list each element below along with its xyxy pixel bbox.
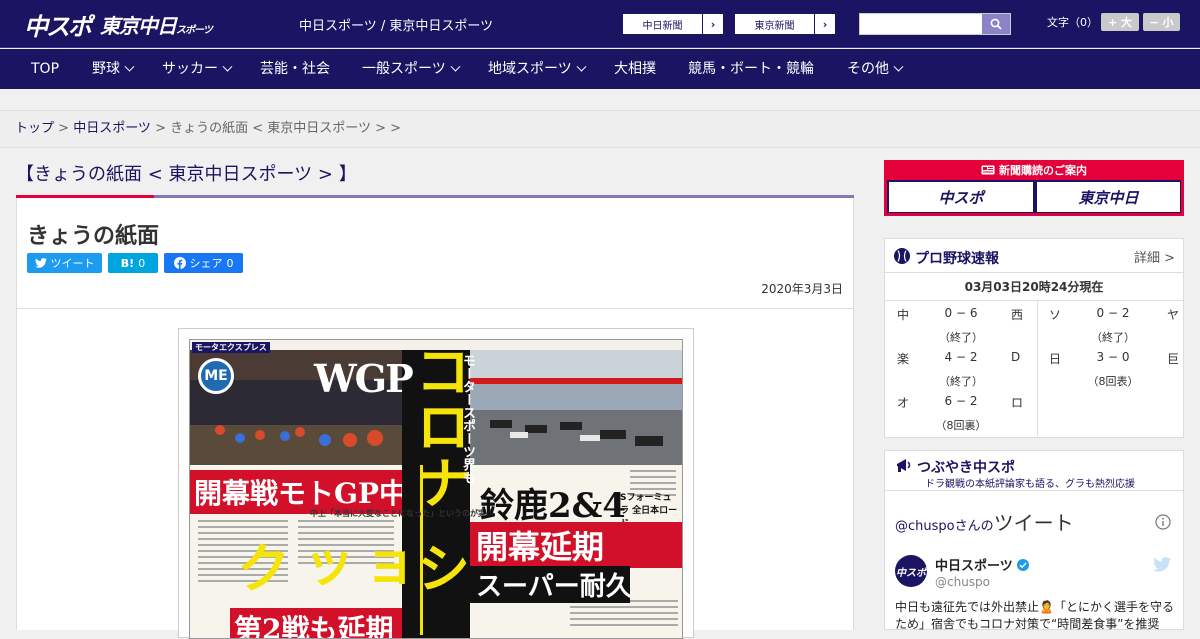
nav-item-general-sports[interactable]: 一般スポーツ xyxy=(362,49,461,89)
font-size-label: 文字（0） xyxy=(1047,16,1098,29)
game-item[interactable]: オ 6 − 2 ロ （8回裏） xyxy=(891,389,1031,433)
nav-item-top[interactable]: TOP xyxy=(31,49,59,89)
baseball-icon xyxy=(894,248,910,264)
twitter-widget-subtitle: ドラ観戦の本紙評論家も語る、グラも熱烈応援 xyxy=(925,479,1135,490)
tweet-button[interactable]: ツイート xyxy=(27,253,102,273)
search-input[interactable] xyxy=(860,14,982,34)
info-icon[interactable] xyxy=(1155,514,1171,530)
facebook-share-button[interactable]: シェア 0 xyxy=(164,253,243,273)
ad-header: 新聞購読のご案内 xyxy=(884,160,1184,180)
logo-tokyo-chunichi[interactable]: 東京中日スポーツ xyxy=(100,10,213,39)
moto-express-logo: ME xyxy=(198,358,234,394)
twitter-bird-icon[interactable] xyxy=(1153,557,1171,572)
chevron-down-icon xyxy=(124,61,135,72)
newspaper-front-page-image[interactable]: モータエクスプレス ME WGP コロナ ショック モータースポーツ界も 開幕戦… xyxy=(189,339,683,639)
breadcrumb: トップ > 中日スポーツ > きょうの紙面 < 東京中日スポーツ > > xyxy=(0,111,1200,148)
nav-item-sumo[interactable]: 大相撲 xyxy=(614,49,656,89)
paper-headline-super: スーパー耐久 xyxy=(470,566,632,603)
divider xyxy=(17,308,853,309)
chevron-right-icon: › xyxy=(822,17,828,31)
tokyo-shimbun-button[interactable]: 東京新聞 › xyxy=(734,13,836,35)
game-item[interactable]: 楽 4 − 2 D （終了） xyxy=(891,345,1031,389)
nav-item-soccer[interactable]: サッカー xyxy=(162,49,233,89)
score-grid: 中 0 − 6 西 （終了） ソ 0 − 2 ヤ （終了） 楽 4 − 2 D … xyxy=(885,301,1183,436)
article-date: 2020年3月3日 xyxy=(761,282,843,296)
game-item[interactable]: 中 0 − 6 西 （終了） xyxy=(891,301,1031,345)
breadcrumb-current: きょうの紙面 < 東京中日スポーツ > xyxy=(170,121,387,136)
chevron-down-icon xyxy=(893,61,904,72)
twitter-bird-icon xyxy=(34,258,47,268)
baseball-title: プロ野球速報 xyxy=(915,251,999,267)
chevron-down-icon xyxy=(576,61,587,72)
megaphone-icon xyxy=(897,459,911,472)
game-item[interactable]: ソ 0 − 2 ヤ （終了） xyxy=(1043,301,1183,345)
baseball-details-link[interactable]: 詳細 > xyxy=(1134,247,1175,266)
subscription-ad[interactable]: 新聞購読のご案内 中スポ 東京中日 xyxy=(884,160,1184,216)
font-large-button[interactable]: + 大 xyxy=(1101,13,1139,31)
spacer-band xyxy=(0,89,1200,111)
main-nav: TOP 野球 サッカー 芸能・社会 一般スポーツ 地域スポーツ 大相撲 競馬・ボ… xyxy=(0,49,1200,89)
font-small-button[interactable]: − 小 xyxy=(1143,13,1180,31)
paper-caption: 中上「本当に大変なことになった」というのが実感 xyxy=(310,509,494,518)
score-timestamp: 03月03日20時24分現在 xyxy=(885,273,1183,301)
paper-headline-second: 第2戦も延期 xyxy=(230,608,402,638)
tweet-user-name[interactable]: 中日スポーツ xyxy=(935,555,1030,574)
paper-vertical-text: モータースポーツ界も xyxy=(460,354,475,484)
newspaper-image-frame[interactable]: モータエクスプレス ME WGP コロナ ショック モータースポーツ界も 開幕戦… xyxy=(178,328,694,639)
search-button[interactable] xyxy=(982,14,1010,34)
nav-item-local-sports[interactable]: 地域スポーツ xyxy=(488,49,587,89)
chevron-down-icon xyxy=(450,61,461,72)
twitter-widget: つぶやき中スポ ドラ観戦の本紙評論家も語る、グラも熱烈応援 @chuspoさんの… xyxy=(884,450,1184,631)
tweet-user-handle[interactable]: @chuspo xyxy=(935,575,990,589)
paper-corona-bottom: ショック xyxy=(227,540,470,594)
ad-tokyo-chunichi-button[interactable]: 東京中日 xyxy=(1037,182,1180,212)
nav-item-other[interactable]: その他 xyxy=(847,49,904,89)
logo-chuspo[interactable]: 中スポ xyxy=(24,7,92,42)
nav-item-baseball[interactable]: 野球 xyxy=(92,49,135,89)
chevron-right-icon: › xyxy=(710,17,716,31)
search-icon xyxy=(990,18,1002,30)
site-logo[interactable]: 中スポ 東京中日スポーツ xyxy=(24,7,213,42)
top-header: 中スポ 東京中日スポーツ 中日スポーツ / 東京中日スポーツ 中日新聞 › 東京… xyxy=(0,0,1200,48)
chevron-down-icon xyxy=(222,61,233,72)
newspaper-icon xyxy=(981,165,995,175)
avatar[interactable]: 中スポ xyxy=(895,555,927,587)
baseball-scores-widget: プロ野球速報 詳細 > 03月03日20時24分現在 中 0 − 6 西 （終了… xyxy=(884,238,1184,438)
article: きょうの紙面 ツイート B! 0 シェア 0 2020年3月3日 モータエクスプ… xyxy=(16,198,854,639)
breadcrumb-top[interactable]: トップ xyxy=(15,121,54,136)
hatena-bookmark-button[interactable]: B! 0 xyxy=(108,253,158,273)
chunichi-shimbun-button[interactable]: 中日新聞 › xyxy=(622,13,724,35)
site-subtitle: 中日スポーツ / 東京中日スポーツ xyxy=(299,19,494,34)
paper-headline-delay: 開幕延期 xyxy=(470,522,682,568)
game-item[interactable]: 日 3 − 0 巨 （8回表） xyxy=(1043,345,1183,389)
paper-corner-label: モータエクスプレス xyxy=(192,342,270,353)
twitter-widget-title: つぶやき中スポ xyxy=(917,460,1015,476)
tweet-text: 中日も遠征先では外出禁止🙎「とにかく選手を守るため」宿舎でもコロナ対策で“時間差… xyxy=(895,600,1174,631)
verified-badge-icon xyxy=(1017,559,1030,571)
tweets-label: @chuspoさんのツイート xyxy=(895,511,1074,535)
paper-headline-suzuka: 鈴鹿2&4 xyxy=(480,486,627,526)
search-box xyxy=(859,13,1011,35)
hatena-icon: B! xyxy=(120,256,135,270)
nav-item-racing[interactable]: 競馬・ボート・競輪 xyxy=(688,49,814,89)
paper-wgp: WGP xyxy=(314,356,414,401)
ad-chuspo-button[interactable]: 中スポ xyxy=(889,182,1033,212)
breadcrumb-chunichi[interactable]: 中日スポーツ xyxy=(73,121,151,136)
page-heading: 【きょうの紙面 < 東京中日スポーツ > 】 xyxy=(16,164,357,185)
facebook-icon xyxy=(173,257,186,269)
article-title: きょうの紙面 xyxy=(27,224,160,249)
nav-item-entertainment[interactable]: 芸能・社会 xyxy=(260,49,330,89)
